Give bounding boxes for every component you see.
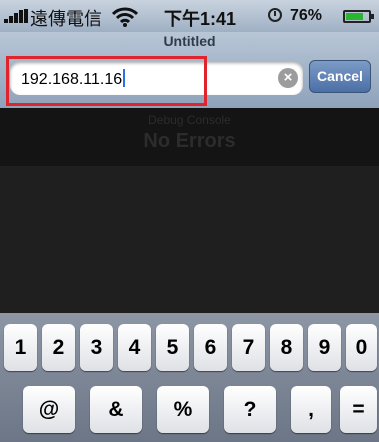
key-ampersand[interactable]: & <box>90 386 142 433</box>
carrier-name: 遠傳電信 <box>30 9 102 29</box>
key-2[interactable]: 2 <box>42 324 75 371</box>
key-comma[interactable]: , <box>291 386 331 433</box>
keyboard: 1 2 3 4 5 6 7 8 9 0 @ & % ? , = <box>0 313 379 442</box>
key-1[interactable]: 1 <box>4 324 37 371</box>
key-equals[interactable]: = <box>340 386 377 433</box>
battery-fill <box>346 13 363 20</box>
cancel-button[interactable]: Cancel <box>309 60 371 93</box>
clock-indicator-icon <box>268 8 282 22</box>
key-7[interactable]: 7 <box>232 324 265 371</box>
battery-icon <box>343 10 374 23</box>
key-6[interactable]: 6 <box>194 324 227 371</box>
key-5[interactable]: 5 <box>156 324 189 371</box>
highlight-annotation <box>6 56 207 106</box>
wifi-icon <box>112 7 138 27</box>
page-title: Untitled <box>163 33 216 49</box>
key-3[interactable]: 3 <box>80 324 113 371</box>
debug-console-area: Debug Console No Errors <box>0 108 379 313</box>
key-percent[interactable]: % <box>157 386 209 433</box>
key-4[interactable]: 4 <box>118 324 151 371</box>
key-0[interactable]: 0 <box>346 324 377 371</box>
key-question[interactable]: ? <box>224 386 276 433</box>
signal-bars-icon <box>4 9 30 23</box>
nav-bar: Untitled 192.168.11.16 × Cancel <box>0 32 379 108</box>
key-9[interactable]: 9 <box>308 324 341 371</box>
battery-percent: 76% <box>290 7 323 24</box>
key-at[interactable]: @ <box>23 386 75 433</box>
console-status: No Errors <box>143 130 236 152</box>
clear-x-icon[interactable]: × <box>278 68 298 88</box>
key-8[interactable]: 8 <box>270 324 303 371</box>
status-bar: 遠傳電信 下午1:41 76% <box>0 0 379 32</box>
status-time: 下午1:41 <box>164 9 237 29</box>
console-label: Debug Console <box>148 113 231 127</box>
console-header: Debug Console No Errors <box>0 108 379 166</box>
